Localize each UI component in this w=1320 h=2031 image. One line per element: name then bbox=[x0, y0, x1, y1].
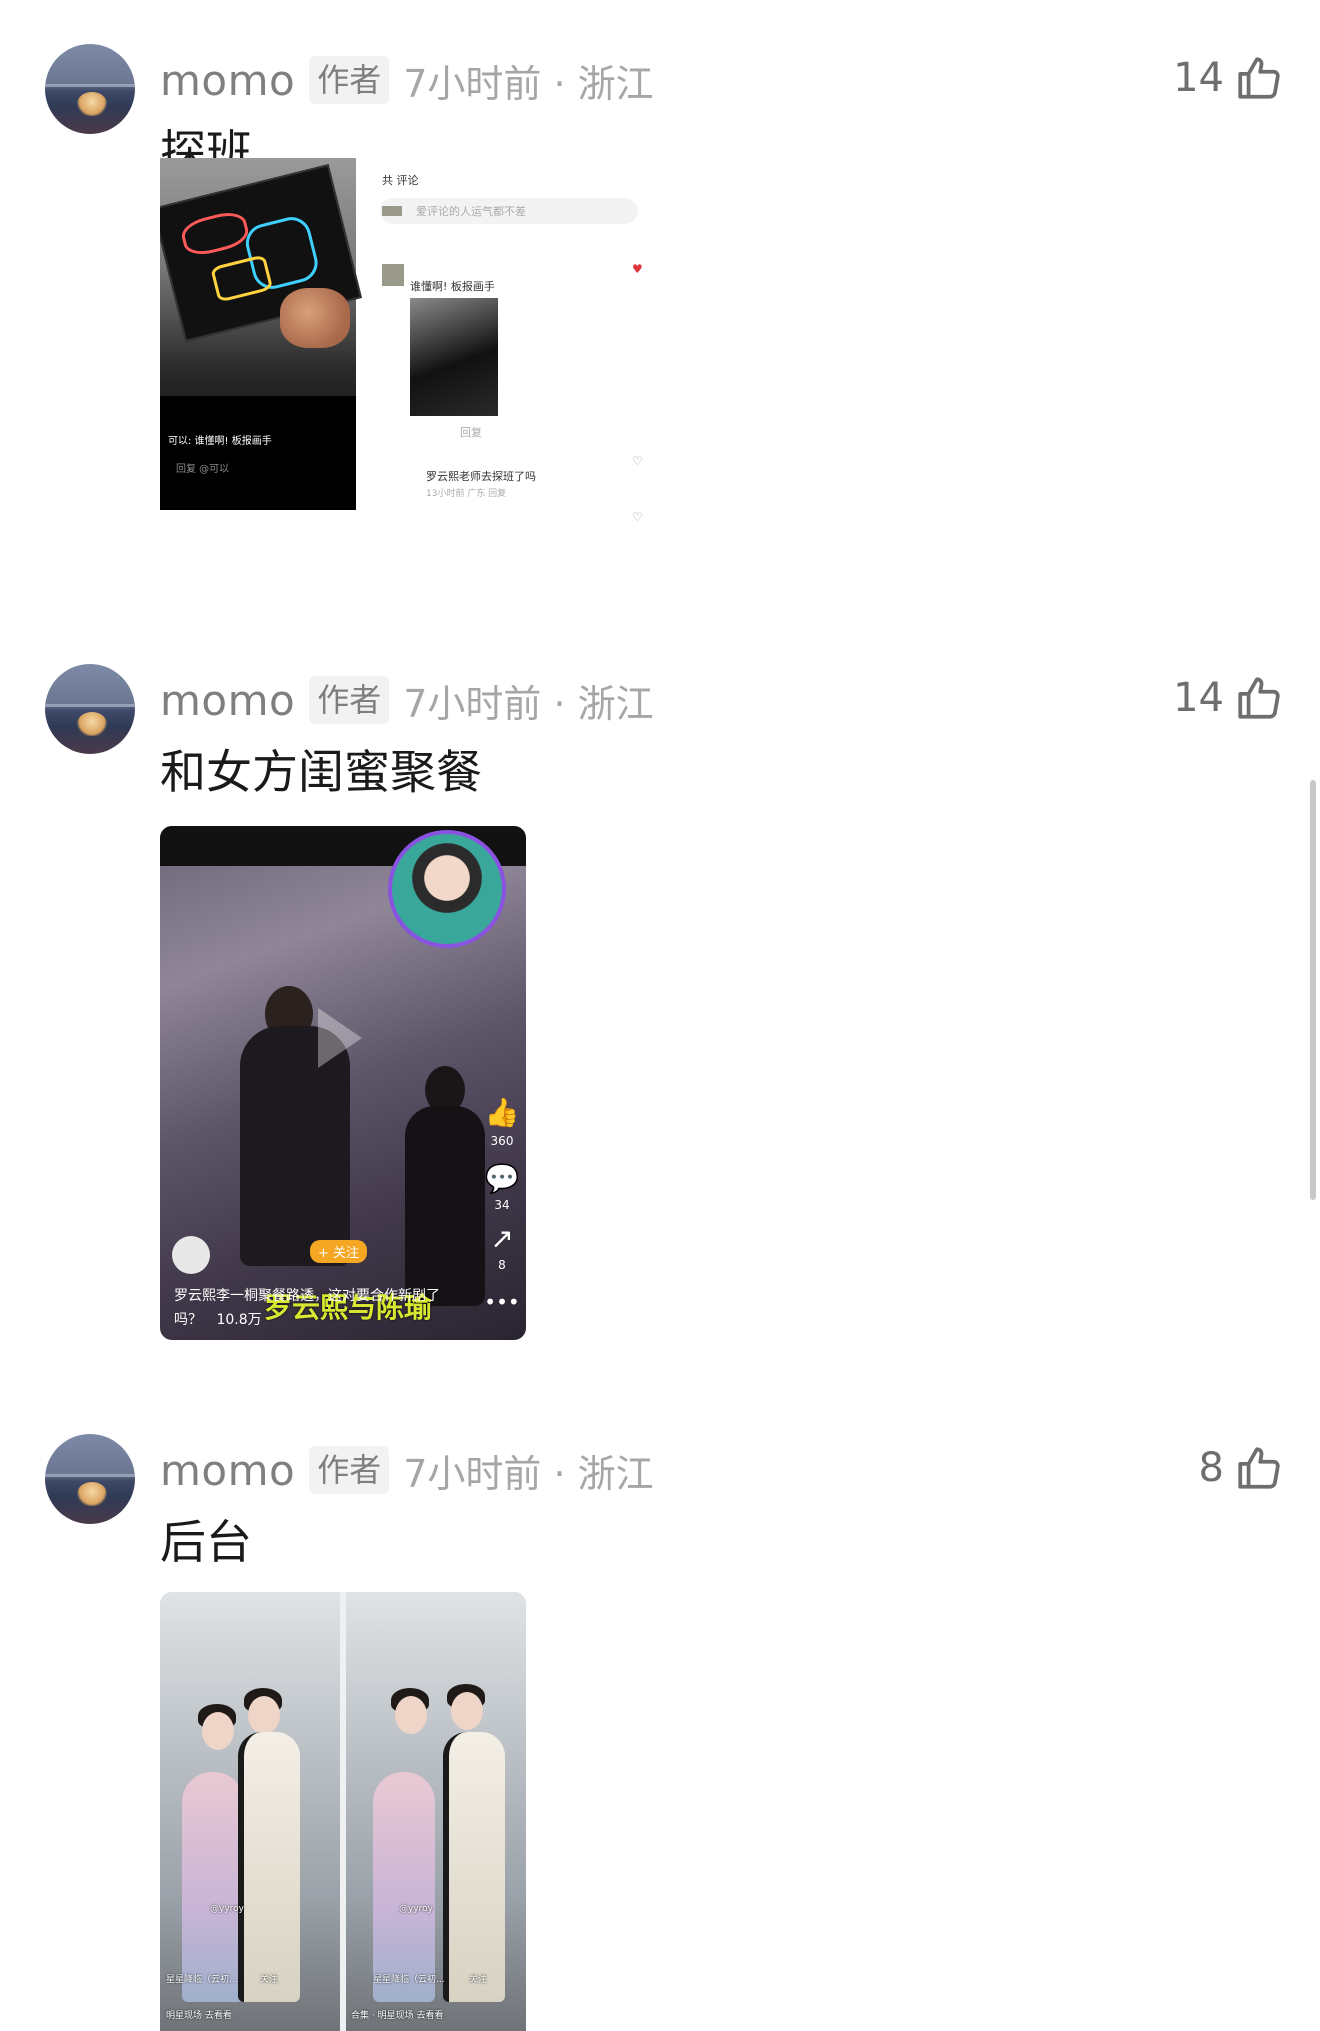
like-count: 14 bbox=[1173, 675, 1224, 721]
screenshot-comment: 谁懂啊! 板报画手 bbox=[410, 280, 495, 293]
follow-button: + 关注 bbox=[310, 1240, 368, 1263]
screenshot-question: 罗云熙老师去探班了吗 bbox=[426, 470, 536, 483]
like-count: 8 bbox=[1198, 1445, 1224, 1491]
share-icon: ↗ bbox=[490, 1222, 514, 1255]
heart-icon: ♡ bbox=[632, 510, 643, 524]
panel-caption: 星星降临（云初... bbox=[166, 1975, 238, 1985]
comment-image[interactable]: @yyroy 星星降临（云初... 关注 明星现场 去看看 @yyroy 星星降… bbox=[160, 1592, 526, 2031]
screenshot-input: 回复 @可以 bbox=[176, 464, 230, 475]
thumbs-up-icon bbox=[1238, 57, 1280, 99]
video-likes: 360 bbox=[490, 1134, 514, 1148]
username[interactable]: momo bbox=[160, 56, 295, 105]
watermark: @yyroy bbox=[210, 1904, 244, 1914]
heart-icon: ♥ bbox=[632, 262, 643, 276]
follow-badge: 关注 bbox=[469, 1975, 488, 1985]
comment-video[interactable]: 👍 360 💬 34 ↗ 8 ••• + 关注 罗云熙与陈瑜 罗云熙李一桐聚餐路… bbox=[160, 826, 526, 1340]
video-shares: 8 bbox=[498, 1258, 506, 1272]
creator-avatar bbox=[388, 830, 506, 948]
author-badge: 作者 bbox=[309, 1446, 390, 1494]
more-icon: ••• bbox=[484, 1290, 520, 1314]
screenshot-comments: 共 评论 爱评论的人运气都不差 谁懂啊! 板报画手 ♥ 回复 ♡ 罗云熙老师去探… bbox=[370, 158, 646, 530]
follow-badge: 关注 bbox=[260, 1975, 279, 1985]
heart-icon: ♡ bbox=[632, 454, 643, 468]
video-caption: 罗云熙李一桐聚餐路透，这对要合作新剧了吗？ 10.8万 bbox=[174, 1284, 454, 1332]
panel-caption: 星星降临（云初... bbox=[373, 1975, 445, 1985]
panel-footer: 明星现场 去看看 bbox=[166, 2011, 232, 2021]
like-count: 14 bbox=[1173, 55, 1224, 101]
screenshot-input-placeholder: 爱评论的人运气都不差 bbox=[416, 205, 526, 218]
author-badge: 作者 bbox=[309, 56, 390, 104]
screenshot-panel: @yyroy 星星降临（云初... 关注 明星现场 去看看 bbox=[160, 1592, 343, 2031]
comment-header: momo 作者 7小时前 · 浙江 bbox=[160, 1440, 654, 1500]
screenshot-caption: 可以: 谁懂啊! 板报画手 bbox=[168, 436, 272, 447]
uploader-avatar bbox=[172, 1236, 210, 1274]
comment-text: 后台 bbox=[160, 1515, 252, 1569]
watermark: @yyroy bbox=[399, 1904, 433, 1914]
comment-meta: 7小时前 · 浙江 bbox=[403, 681, 654, 726]
thumbs-up-icon: 👍 bbox=[484, 1096, 520, 1129]
author-badge: 作者 bbox=[309, 676, 390, 724]
comment-image[interactable]: 可以: 谁懂啊! 板报画手 回复 @可以 共 评论 爱评论的人运气都不差 谁懂啊… bbox=[160, 158, 646, 530]
video-comments: 34 bbox=[494, 1198, 510, 1212]
video-views: 10.8万 bbox=[216, 1312, 262, 1328]
comment-header: momo 作者 7小时前 · 浙江 bbox=[160, 670, 654, 730]
like-button[interactable]: 14 bbox=[1173, 668, 1284, 728]
screenshot-reply: 回复 bbox=[460, 426, 482, 439]
avatar[interactable] bbox=[45, 44, 135, 134]
thumbs-up-icon bbox=[1238, 1447, 1280, 1489]
scrollbar[interactable] bbox=[1310, 780, 1316, 1200]
play-icon[interactable] bbox=[318, 1008, 362, 1068]
screenshot-panel: @yyroy 星星降临（云初... 关注 合集 · 明星现场 去看看 bbox=[343, 1592, 526, 2031]
avatar[interactable] bbox=[45, 1434, 135, 1524]
thumbs-up-icon bbox=[1238, 677, 1280, 719]
comment-meta: 7小时前 · 浙江 bbox=[403, 1451, 654, 1496]
panel-footer: 合集 · 明星现场 去看看 bbox=[351, 2011, 444, 2021]
screenshot-question-meta: 13小时前 广东 回复 bbox=[426, 489, 507, 499]
like-button[interactable]: 14 bbox=[1173, 48, 1284, 108]
username[interactable]: momo bbox=[160, 1446, 295, 1495]
screenshot-header: 共 评论 bbox=[382, 174, 419, 187]
video-caption-text: 罗云熙李一桐聚餐路透，这对要合作新剧了吗？ bbox=[174, 1288, 440, 1328]
comment-bubble-icon: 💬 bbox=[484, 1162, 520, 1195]
comment-text: 和女方闺蜜聚餐 bbox=[160, 745, 482, 799]
comment-header: momo 作者 7小时前 · 浙江 bbox=[160, 50, 654, 110]
avatar[interactable] bbox=[45, 664, 135, 754]
like-button[interactable]: 8 bbox=[1199, 1438, 1284, 1498]
username[interactable]: momo bbox=[160, 676, 295, 725]
screenshot-comment-bar: 可以: 谁懂啊! 板报画手 回复 @可以 bbox=[160, 396, 356, 510]
comment-meta: 7小时前 · 浙江 bbox=[403, 61, 654, 106]
